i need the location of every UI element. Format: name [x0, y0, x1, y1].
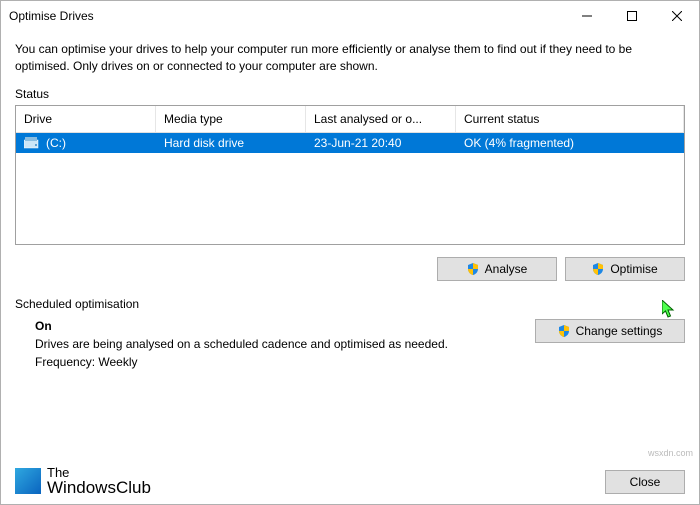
- watermark: wsxdn.com: [648, 448, 693, 458]
- action-buttons: Analyse Optimise: [15, 257, 685, 281]
- logo-line2: WindowsClub: [47, 479, 151, 496]
- scheduled-freq: Frequency: Weekly: [35, 355, 535, 369]
- column-header-drive[interactable]: Drive: [16, 106, 156, 132]
- cell-status: OK (4% fragmented): [456, 133, 684, 153]
- minimize-button[interactable]: [564, 1, 609, 31]
- window-controls: [564, 1, 699, 31]
- close-window-button[interactable]: [654, 1, 699, 31]
- description-text: You can optimise your drives to help you…: [15, 41, 685, 75]
- drive-list-header: Drive Media type Last analysed or o... C…: [16, 106, 684, 133]
- titlebar: Optimise Drives: [1, 1, 699, 31]
- drive-icon: [24, 137, 40, 149]
- column-header-media[interactable]: Media type: [156, 106, 306, 132]
- shield-icon: [592, 263, 604, 275]
- drive-row-c[interactable]: (C:) Hard disk drive 23-Jun-21 20:40 OK …: [16, 133, 684, 153]
- close-label: Close: [630, 475, 661, 489]
- status-label: Status: [15, 87, 685, 101]
- column-header-last[interactable]: Last analysed or o...: [306, 106, 456, 132]
- maximize-button[interactable]: [609, 1, 654, 31]
- cell-media: Hard disk drive: [156, 133, 306, 153]
- branding-logo: The WindowsClub: [15, 466, 151, 496]
- cell-last: 23-Jun-21 20:40: [306, 133, 456, 153]
- analyse-button[interactable]: Analyse: [437, 257, 557, 281]
- optimise-button[interactable]: Optimise: [565, 257, 685, 281]
- scheduled-info: On Drives are being analysed on a schedu…: [15, 319, 535, 373]
- drive-list: Drive Media type Last analysed or o... C…: [15, 105, 685, 245]
- close-button[interactable]: Close: [605, 470, 685, 494]
- cell-drive: (C:): [16, 133, 156, 153]
- window-title: Optimise Drives: [9, 9, 564, 23]
- scheduled-state: On: [35, 319, 535, 333]
- scheduled-desc: Drives are being analysed on a scheduled…: [35, 337, 535, 351]
- shield-icon: [467, 263, 479, 275]
- shield-icon: [558, 325, 570, 337]
- content-area: You can optimise your drives to help you…: [1, 31, 699, 383]
- footer-buttons: Close: [605, 470, 685, 494]
- cell-drive-name: (C:): [46, 136, 66, 150]
- change-settings-button[interactable]: Change settings: [535, 319, 685, 343]
- scheduled-section: Scheduled optimisation On Drives are bei…: [15, 297, 685, 373]
- column-header-status[interactable]: Current status: [456, 106, 684, 132]
- analyse-label: Analyse: [485, 262, 528, 276]
- optimise-label: Optimise: [610, 262, 657, 276]
- scheduled-label: Scheduled optimisation: [15, 297, 685, 311]
- change-settings-label: Change settings: [576, 324, 663, 338]
- logo-icon: [15, 468, 41, 494]
